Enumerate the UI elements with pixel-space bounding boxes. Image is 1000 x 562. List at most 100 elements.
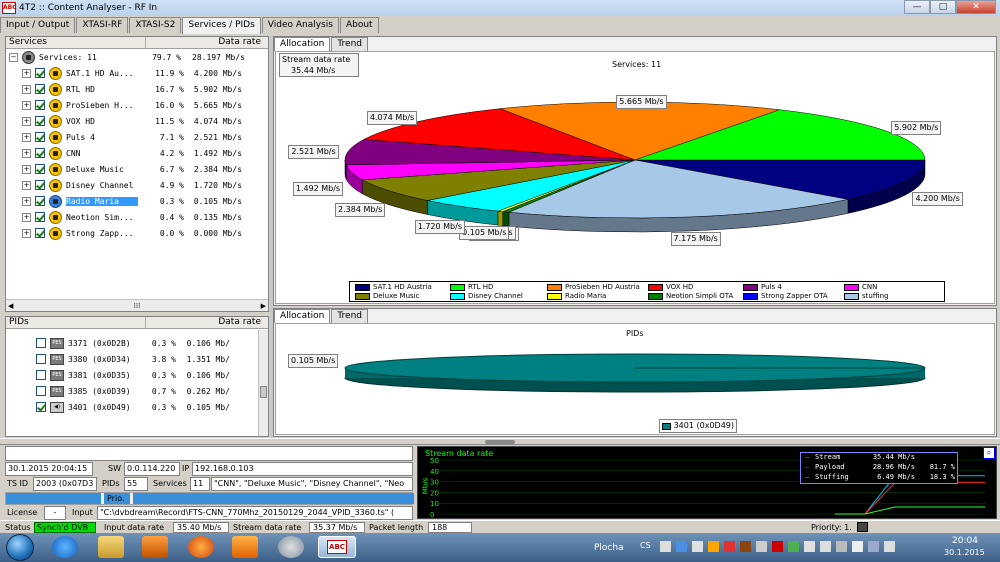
- tab-input-output[interactable]: Input / Output: [0, 17, 76, 33]
- media-player-icon[interactable]: [142, 536, 168, 558]
- pid-name[interactable]: 3381 (0x0D35): [68, 371, 138, 380]
- services-rate-header[interactable]: Data rate: [146, 37, 264, 48]
- desktop-label[interactable]: Plocha: [594, 543, 624, 553]
- pid-checkbox[interactable]: [36, 354, 46, 364]
- tray-icon-13[interactable]: [852, 541, 863, 552]
- tab-about[interactable]: About: [339, 17, 379, 33]
- media-app-icon[interactable]: [232, 536, 258, 558]
- internet-explorer-icon[interactable]: [52, 536, 78, 558]
- tray-icon-6[interactable]: [740, 541, 751, 552]
- expand-icon[interactable]: +: [22, 164, 31, 174]
- tray-icon-3[interactable]: [692, 541, 703, 552]
- splitter-handle-icon[interactable]: [485, 440, 515, 444]
- service-row[interactable]: + SAT.1 HD Au... 11.9 % 4.200 Mb/s: [6, 65, 268, 81]
- expand-icon[interactable]: +: [22, 196, 31, 206]
- service-checkbox[interactable]: [35, 228, 45, 238]
- pid-checkbox[interactable]: [36, 386, 46, 396]
- tray-icon-5[interactable]: [724, 541, 735, 552]
- file-explorer-icon[interactable]: [98, 536, 124, 558]
- service-checkbox[interactable]: [35, 68, 45, 78]
- message-field[interactable]: [5, 446, 413, 461]
- service-row[interactable]: + Neotion Sim... 0.4 % 0.135 Mb/s: [6, 209, 268, 225]
- expand-icon[interactable]: +: [22, 116, 31, 126]
- pid-row[interactable]: PES 3380 (0x0D34) 3.8 % 1.351 Mb/: [6, 351, 268, 367]
- service-name[interactable]: Strong Zapp...: [66, 229, 138, 238]
- service-checkbox[interactable]: [35, 196, 45, 206]
- tray-icon-2[interactable]: [676, 541, 687, 552]
- tray-icon-9[interactable]: [788, 541, 799, 552]
- pids-vscrollbar[interactable]: [258, 330, 268, 436]
- expand-icon[interactable]: +: [22, 84, 31, 94]
- services-column-header[interactable]: Services: [6, 37, 146, 48]
- service-checkbox[interactable]: [35, 148, 45, 158]
- tab-xtasi-s2[interactable]: XTASI-S2: [129, 17, 182, 33]
- pid-checkbox[interactable]: [36, 402, 46, 412]
- service-checkbox[interactable]: [35, 100, 45, 110]
- pid-name[interactable]: 3380 (0x0D34): [68, 355, 138, 364]
- service-row[interactable]: + VOX HD 11.5 % 4.074 Mb/s: [6, 113, 268, 129]
- pid-row[interactable]: PES 3385 (0x0D39) 0.7 % 0.262 Mb/: [6, 383, 268, 399]
- tray-icon-12[interactable]: [836, 541, 847, 552]
- service-checkbox[interactable]: [35, 164, 45, 174]
- paint-icon[interactable]: [278, 536, 304, 558]
- service-checkbox[interactable]: [35, 84, 45, 94]
- pids-scroll-thumb[interactable]: [260, 386, 267, 398]
- service-name[interactable]: Deluxe Music: [66, 165, 138, 174]
- service-row[interactable]: + RTL HD 16.7 % 5.902 Mb/s: [6, 81, 268, 97]
- service-name[interactable]: CNN: [66, 149, 138, 158]
- clock-time[interactable]: 20:04: [952, 536, 978, 546]
- expand-icon[interactable]: +: [22, 180, 31, 190]
- service-name[interactable]: SAT.1 HD Au...: [66, 69, 138, 78]
- service-name[interactable]: Neotion Sim...: [66, 213, 138, 222]
- services-root-row[interactable]: − Services: 11 79.7 % 28.197 Mb/s: [6, 49, 268, 65]
- content-analyser-task-icon[interactable]: ABC: [318, 536, 356, 558]
- scroll-right-icon[interactable]: ▶: [261, 302, 266, 310]
- tab-trend[interactable]: Trend: [331, 37, 369, 51]
- service-name[interactable]: VOX HD: [66, 117, 138, 126]
- service-name[interactable]: ProSieben H...: [66, 101, 138, 110]
- pid-name[interactable]: 3385 (0x0D39): [68, 387, 138, 396]
- expand-icon[interactable]: +: [22, 100, 31, 110]
- pid-row[interactable]: PES 3371 (0x0D2B) 0.3 % 0.106 Mb/: [6, 335, 268, 351]
- trend-zoom-icon[interactable]: ⌕: [983, 447, 995, 459]
- service-name[interactable]: Puls 4: [66, 133, 138, 142]
- expand-icon[interactable]: +: [22, 228, 31, 238]
- firefox-icon[interactable]: [188, 536, 214, 558]
- service-name[interactable]: Disney Channel: [66, 181, 138, 190]
- tab-xtasi-rf[interactable]: XTASI-RF: [76, 17, 129, 33]
- service-checkbox[interactable]: [35, 212, 45, 222]
- horizontal-splitter[interactable]: [0, 438, 1000, 445]
- tray-icon-10[interactable]: [804, 541, 815, 552]
- minimize-button[interactable]: —: [904, 0, 930, 14]
- tray-icon-4[interactable]: [708, 541, 719, 552]
- pid-name[interactable]: 3371 (0x0D2B): [68, 339, 138, 348]
- service-name[interactable]: RTL HD: [66, 85, 138, 94]
- service-checkbox[interactable]: [35, 116, 45, 126]
- maximize-button[interactable]: □: [930, 0, 956, 14]
- service-row[interactable]: + CNN 4.2 % 1.492 Mb/s: [6, 145, 268, 161]
- language-indicator[interactable]: CS: [640, 541, 651, 550]
- tray-icon-7[interactable]: [756, 541, 767, 552]
- service-row[interactable]: + Deluxe Music 6.7 % 2.384 Mb/s: [6, 161, 268, 177]
- tray-icon-1[interactable]: [660, 541, 671, 552]
- scroll-left-icon[interactable]: ◀: [8, 302, 13, 310]
- tab-trend-pids[interactable]: Trend: [331, 309, 369, 323]
- service-row[interactable]: + Disney Channel 4.9 % 1.720 Mb/s: [6, 177, 268, 193]
- collapse-icon[interactable]: −: [9, 52, 18, 62]
- tray-icon-8[interactable]: [772, 541, 783, 552]
- tab-allocation[interactable]: Allocation: [274, 37, 331, 51]
- service-row[interactable]: + Strong Zapp... 0.0 % 0.000 Mb/s: [6, 225, 268, 241]
- tray-icon-15[interactable]: [884, 541, 895, 552]
- clock-date[interactable]: 30.1.2015: [944, 548, 985, 557]
- expand-icon[interactable]: +: [22, 212, 31, 222]
- expand-icon[interactable]: +: [22, 68, 31, 78]
- service-row[interactable]: + Radio Maria 0.3 % 0.105 Mb/s: [6, 193, 268, 209]
- pids-column-header[interactable]: PIDs: [6, 317, 146, 328]
- service-checkbox[interactable]: [35, 132, 45, 142]
- scroll-grip-icon[interactable]: ⁞⁞⁞: [134, 302, 141, 310]
- tab-allocation-pids[interactable]: Allocation: [274, 309, 331, 323]
- service-row[interactable]: + Puls 4 7.1 % 2.521 Mb/s: [6, 129, 268, 145]
- tab-services-pids[interactable]: Services / PIDs: [182, 17, 261, 34]
- close-button[interactable]: ✕: [956, 0, 996, 14]
- pid-checkbox[interactable]: [36, 370, 46, 380]
